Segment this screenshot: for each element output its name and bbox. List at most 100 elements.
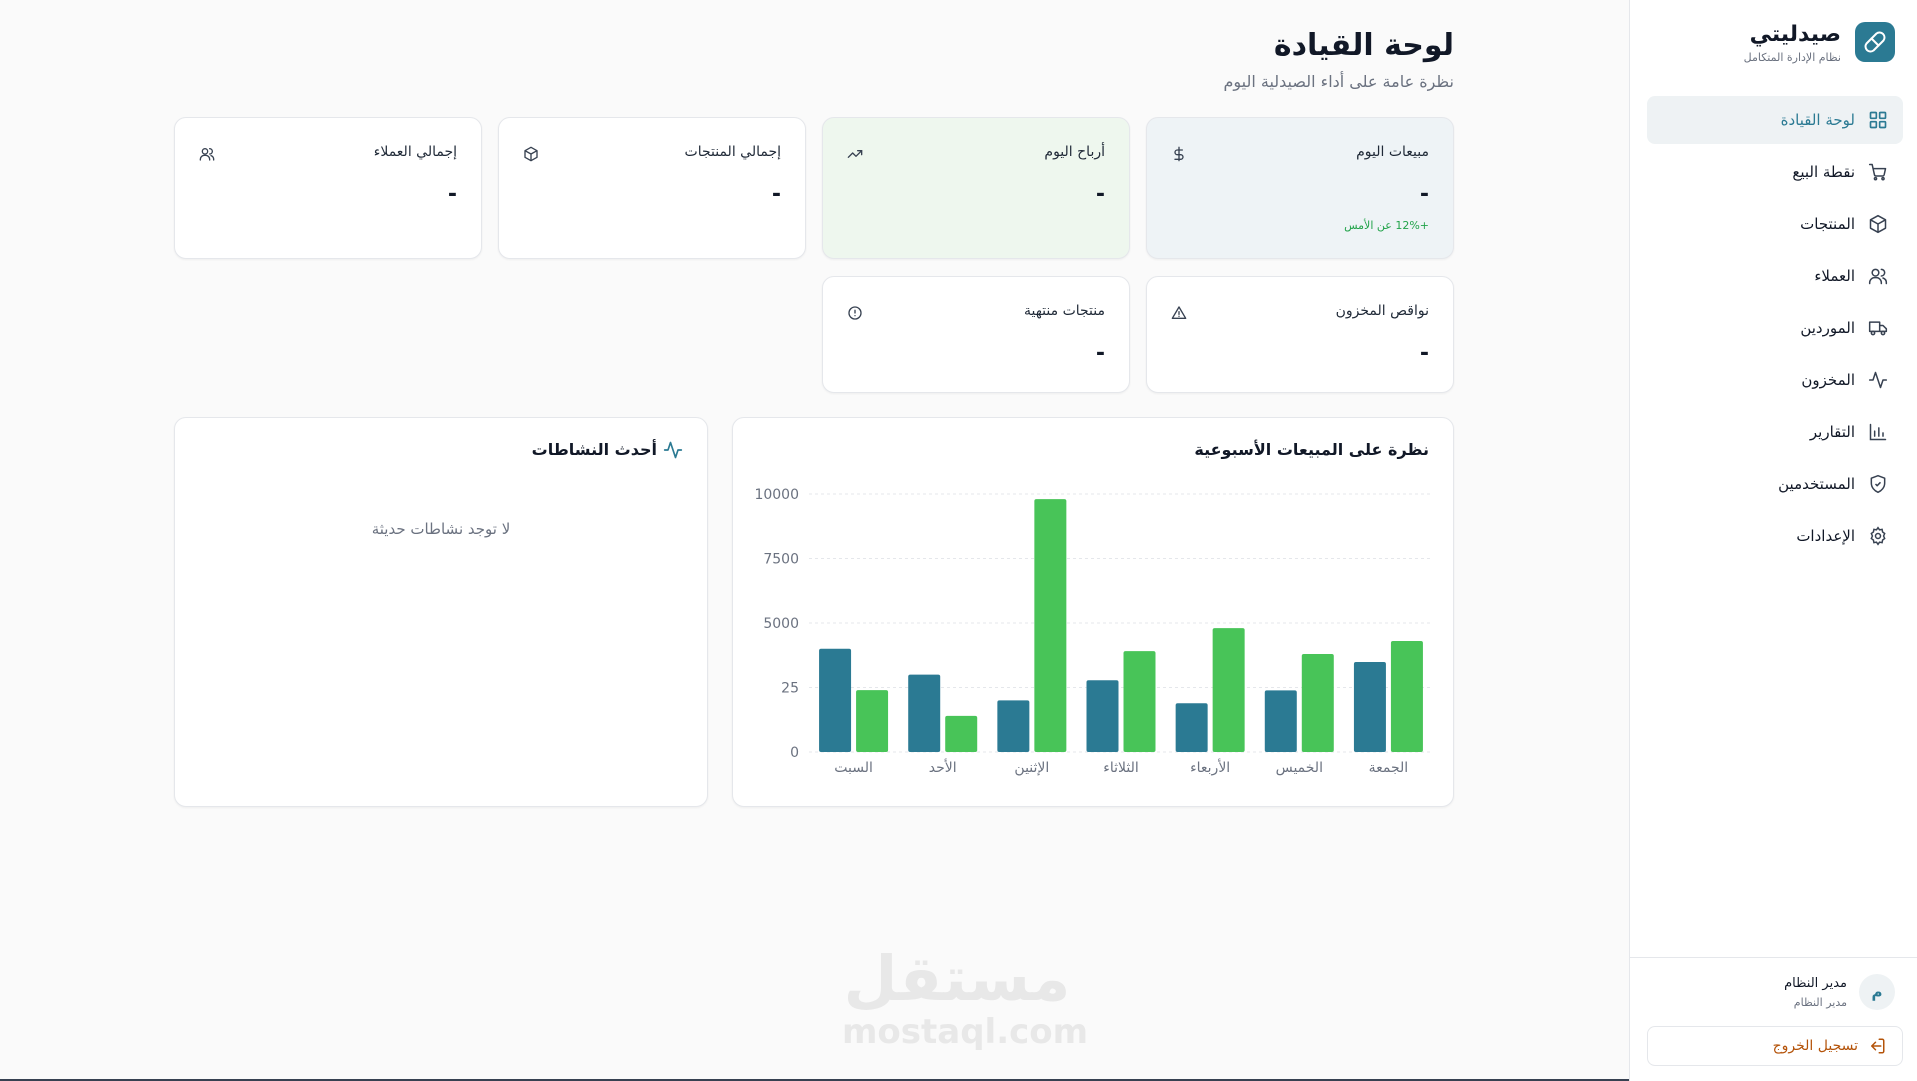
activity-icon xyxy=(1867,369,1889,391)
avatar[interactable]: م xyxy=(1859,974,1895,1010)
stat-label: إجمالي العملاء xyxy=(373,144,457,160)
logout-button[interactable]: تسجيل الخروج xyxy=(1647,1026,1903,1066)
sidebar-item-reports[interactable]: التقارير xyxy=(1647,408,1903,456)
sidebar-item-label: نقطة البيع xyxy=(1792,163,1855,181)
sidebar-item-settings[interactable]: الإعدادات xyxy=(1647,512,1903,560)
chart-bar xyxy=(997,700,1030,752)
stat-label: أرباح اليوم xyxy=(1044,144,1105,160)
logout-icon xyxy=(1871,1038,1885,1054)
users-icon xyxy=(197,144,217,164)
user-role: مدير النظام xyxy=(1793,996,1847,1009)
dollar-icon xyxy=(1169,144,1189,164)
x-tick-label: الأحد xyxy=(929,758,957,776)
sidebar-item-label: التقارير xyxy=(1809,423,1855,441)
box-icon xyxy=(1867,213,1889,235)
sidebar: صيدليتي نظام الإدارة المتكامل لوحة القيا… xyxy=(1629,0,1917,1081)
stat-value: - xyxy=(447,182,457,207)
sidebar-item-label: لوحة القيادة xyxy=(1780,111,1855,129)
x-tick-label: الثلاثاء xyxy=(1103,760,1138,776)
alert-circle-icon xyxy=(845,303,865,323)
chart-bar xyxy=(1034,499,1067,752)
brand-subtitle: نظام الإدارة المتكامل xyxy=(1743,51,1841,64)
chart-bar xyxy=(1301,653,1334,752)
chart-bar xyxy=(1390,641,1423,752)
chart-bar xyxy=(1212,628,1245,752)
stat-label: نواقص المخزون xyxy=(1335,303,1429,319)
activity-empty-state: لا توجد نشاطات حديثة xyxy=(371,520,511,538)
sidebar-item-label: الموردين xyxy=(1800,319,1855,337)
sidebar-item-suppliers[interactable]: الموردين xyxy=(1647,304,1903,352)
sidebar-item-label: العملاء xyxy=(1814,267,1855,285)
stat-card-expired[interactable]: منتجات منتهية - xyxy=(822,276,1130,393)
sidebar-item-label: المنتجات xyxy=(1800,215,1855,233)
sidebar-item-label: الإعدادات xyxy=(1796,527,1855,545)
sidebar-item-pos[interactable]: نقطة البيع xyxy=(1647,148,1903,196)
stat-card-total-products[interactable]: إجمالي المنتجات - xyxy=(498,117,806,259)
stat-value: - xyxy=(1095,341,1105,366)
stat-value: - xyxy=(1095,182,1105,207)
activity-title: أحدث النشاطات xyxy=(531,440,657,459)
trending-up-icon xyxy=(845,144,865,164)
watermark-url: mostaql.com xyxy=(842,1012,1089,1052)
sidebar-item-products[interactable]: المنتجات xyxy=(1647,200,1903,248)
chart-bar xyxy=(1353,661,1386,752)
chart-bar xyxy=(1086,680,1119,752)
stat-value: - xyxy=(1419,341,1429,366)
truck-icon xyxy=(1867,317,1889,339)
x-tick-label: الخميس xyxy=(1276,760,1323,776)
sidebar-nav: لوحة القيادة نقطة البيع المنتجات العملاء xyxy=(1647,96,1903,564)
chart-bar xyxy=(1264,690,1297,752)
stat-card-profit-today[interactable]: أرباح اليوم - xyxy=(822,117,1130,259)
sidebar-item-inventory[interactable]: المخزون xyxy=(1647,356,1903,404)
x-tick-label: الأربعاء xyxy=(1190,758,1230,776)
brand[interactable]: صيدليتي نظام الإدارة المتكامل xyxy=(1650,20,1895,66)
chart-bar xyxy=(908,674,941,752)
recent-activity-card: أحدث النشاطات لا توجد نشاطات حديثة xyxy=(174,417,708,807)
box-icon xyxy=(521,144,541,164)
x-tick-label: الجمعة xyxy=(1369,760,1409,776)
app-root: صيدليتي نظام الإدارة المتكامل لوحة القيا… xyxy=(0,0,1917,1081)
y-tick-label: 25 xyxy=(781,681,799,697)
sidebar-item-label: المستخدمين xyxy=(1778,475,1855,493)
chart-bar xyxy=(945,715,978,752)
sidebar-item-customers[interactable]: العملاء xyxy=(1647,252,1903,300)
page-title: لوحة القيادة xyxy=(1273,28,1454,63)
users-icon xyxy=(1867,265,1889,287)
stat-card-sales-today[interactable]: مبيعات اليوم - +12% عن الأمس xyxy=(1146,117,1454,259)
sidebar-item-users[interactable]: المستخدمين xyxy=(1647,460,1903,508)
weekly-sales-chart: 0 25 5000 7500 10000 السبت الأحد الإثنين الثلاثا… xyxy=(754,487,1433,776)
bar-chart-icon xyxy=(1867,421,1889,443)
watermark: مستقل mostaql.com xyxy=(842,942,1089,1052)
weekly-sales-card: نظرة على المبيعات الأسبوعية 0 25 5000 7500 1… xyxy=(732,417,1454,807)
y-tick-label: 7500 xyxy=(763,552,799,568)
y-tick-label: 5000 xyxy=(763,616,799,632)
sidebar-footer: م مدير النظام مدير النظام تسجيل الخروج xyxy=(1629,957,1917,1081)
stat-label: إجمالي المنتجات xyxy=(684,144,781,160)
x-tick-label: الإثنين xyxy=(1014,760,1049,776)
chart-bar xyxy=(1123,651,1156,752)
alert-triangle-icon xyxy=(1169,303,1189,323)
watermark-arabic: مستقل xyxy=(843,942,1071,1015)
stat-card-total-customers[interactable]: إجمالي العملاء - xyxy=(174,117,482,259)
y-tick-label: 10000 xyxy=(754,487,799,503)
grid-icon xyxy=(1867,109,1889,131)
chart-bar xyxy=(856,690,889,752)
page-subtitle: نظرة عامة على أداء الصيدلية اليوم xyxy=(1223,72,1454,91)
stat-label: منتجات منتهية xyxy=(1023,303,1105,319)
brand-name: صيدليتي xyxy=(1749,22,1841,47)
stat-value: - xyxy=(771,182,781,207)
shield-icon xyxy=(1867,473,1889,495)
chart-bar xyxy=(1175,703,1208,752)
stat-trend: +12% عن الأمس xyxy=(1344,219,1429,232)
pill-icon xyxy=(1855,22,1895,62)
cart-icon xyxy=(1867,161,1889,183)
sidebar-item-label: المخزون xyxy=(1801,371,1855,389)
stat-card-low-stock[interactable]: نواقص المخزون - xyxy=(1146,276,1454,393)
chart-bar xyxy=(819,648,852,752)
user-name: مدير النظام xyxy=(1784,976,1847,991)
gear-icon xyxy=(1867,525,1889,547)
activity-icon xyxy=(663,441,683,459)
sidebar-item-dashboard[interactable]: لوحة القيادة xyxy=(1647,96,1903,144)
logout-label: تسجيل الخروج xyxy=(1772,1038,1858,1054)
y-tick-label: 0 xyxy=(790,745,799,761)
